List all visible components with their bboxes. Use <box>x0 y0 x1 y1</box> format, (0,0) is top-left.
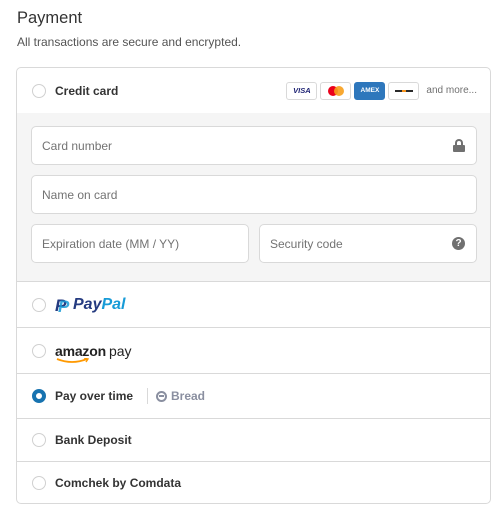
visa-icon: VISA <box>286 81 318 100</box>
lock-icon <box>453 139 465 152</box>
card-brands: VISA AMEX and more... <box>286 81 477 100</box>
name-on-card-input[interactable] <box>32 176 476 213</box>
comchek-label: Comchek by Comdata <box>55 476 182 490</box>
page-title: Payment <box>17 9 83 27</box>
payment-option-comchek[interactable]: Comchek by Comdata <box>17 462 490 503</box>
help-icon[interactable]: ? <box>452 237 465 250</box>
payment-option-pay-over-time[interactable]: Pay over time Bread <box>17 374 490 419</box>
bank-deposit-label: Bank Deposit <box>55 433 132 447</box>
amex-icon: AMEX <box>354 81 386 100</box>
discover-icon <box>388 81 420 100</box>
name-on-card-field[interactable] <box>31 175 477 214</box>
card-number-field[interactable] <box>31 126 477 165</box>
page-subtitle: All transactions are secure and encrypte… <box>17 35 242 49</box>
card-number-input[interactable] <box>32 127 476 164</box>
payment-option-bank-deposit[interactable]: Bank Deposit <box>17 419 490 462</box>
card-details-form: ? <box>17 113 490 282</box>
paypal-icon: PP <box>55 295 70 316</box>
and-more-text: and more... <box>426 85 477 96</box>
expiration-date-field[interactable] <box>31 224 249 263</box>
amazon-pay-radio[interactable] <box>32 343 46 358</box>
comchek-radio[interactable] <box>32 476 46 490</box>
amazon-pay-logo: amazon pay <box>55 342 132 363</box>
payment-option-paypal[interactable]: PP PayPal <box>17 283 490 328</box>
security-code-field[interactable]: ? <box>259 224 477 263</box>
credit-card-label: Credit card <box>55 83 119 98</box>
amazon-logo-text: amazon <box>55 342 106 359</box>
payment-methods-panel: Credit card VISA AMEX and more... Card n… <box>16 67 491 504</box>
bank-deposit-radio[interactable] <box>32 433 46 447</box>
pay-over-time-radio[interactable] <box>32 389 46 403</box>
payment-option-credit-card[interactable]: Credit card VISA AMEX and more... <box>17 68 490 113</box>
bread-logo: Bread <box>147 388 205 404</box>
paypal-logo: PP PayPal <box>55 295 126 316</box>
bread-icon <box>156 390 167 402</box>
expiration-date-input[interactable] <box>32 225 248 262</box>
payment-option-amazon-pay[interactable]: amazon pay <box>17 328 490 374</box>
security-code-input[interactable] <box>260 225 476 262</box>
credit-card-radio[interactable] <box>32 83 46 98</box>
amazon-smile-icon <box>56 357 90 363</box>
mastercard-icon <box>320 81 352 100</box>
paypal-radio[interactable] <box>32 298 46 312</box>
bread-label: Bread <box>171 389 206 403</box>
paypal-logo-pal: Pal <box>101 296 126 313</box>
amazon-pay-text: pay <box>108 342 132 359</box>
pay-over-time-label: Pay over time <box>55 389 134 403</box>
paypal-logo-pay: Pay <box>73 296 102 313</box>
